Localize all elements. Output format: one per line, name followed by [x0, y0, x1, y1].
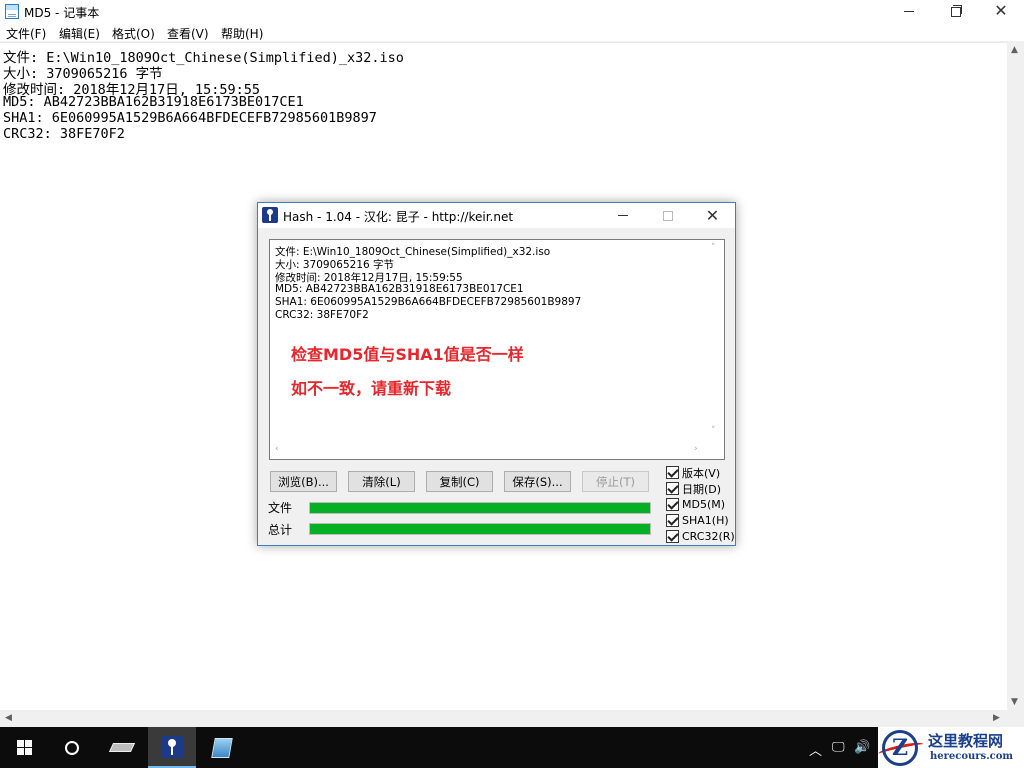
notepad-restore-button[interactable]: [932, 0, 978, 22]
output-vertical-scrollbar[interactable]: ˄ ˅: [707, 240, 724, 442]
close-icon: ✕: [705, 205, 720, 225]
checkbox-version-label: 版本(V): [682, 466, 721, 480]
scroll-left-arrow-icon[interactable]: ‹: [275, 444, 279, 454]
checkmark-icon: [666, 482, 679, 495]
taskbar-drive-app[interactable]: [98, 727, 146, 768]
notepad-horizontal-scrollbar[interactable]: ◀ ▶: [0, 710, 1007, 727]
hash-titlebar: Hash - 1.04 - 汉化: 昆子 - http://keir.net ✕: [258, 203, 735, 228]
network-icon[interactable]: 🖵: [832, 740, 845, 755]
menu-format[interactable]: 格式(O): [112, 25, 155, 42]
checkbox-crc32[interactable]: CRC32(R): [666, 529, 735, 544]
copy-button[interactable]: 复制(C): [426, 471, 493, 492]
scroll-right-arrow-icon[interactable]: ›: [694, 444, 698, 454]
taskbar-notepad-app[interactable]: [198, 727, 246, 768]
menu-file[interactable]: 文件(F): [6, 25, 46, 42]
checkmark-icon: [666, 498, 679, 511]
windows-logo-icon: [16, 740, 32, 755]
output-horizontal-scrollbar[interactable]: ‹ ›: [270, 442, 707, 459]
scroll-right-arrow-icon[interactable]: ▶: [993, 713, 1000, 723]
hash-key-icon: [161, 735, 183, 758]
drive-icon: [108, 743, 136, 752]
save-button[interactable]: 保存(S)...: [504, 471, 571, 492]
checkmark-icon: [666, 466, 679, 479]
tray-chevron-up-icon[interactable]: ︿: [809, 740, 822, 759]
notepad-minimize-button[interactable]: [886, 0, 932, 22]
watermark-site-name: 这里教程网: [928, 732, 1004, 750]
site-watermark: Z 这里教程网 herecours.com: [877, 727, 1024, 768]
volume-icon[interactable]: 🔊: [854, 740, 870, 755]
notepad-line-sha1: SHA1: 6E060995A1529B6A664BFDECEFB7298560…: [3, 110, 377, 126]
maximize-icon: [662, 210, 673, 221]
hash-close-button[interactable]: ✕: [690, 203, 735, 228]
stop-button: 停止(T): [582, 471, 649, 492]
restore-icon: [950, 4, 962, 17]
notepad-line-md5: MD5: AB42723BBA162B31918E6173BE017CE1: [3, 94, 304, 110]
checkbox-sha1-label: SHA1(H): [682, 514, 729, 527]
file-progress-label: 文件: [268, 501, 293, 515]
cortana-circle-icon: [65, 740, 79, 755]
hash-maximize-button: [645, 203, 690, 228]
checkbox-date-label: 日期(D): [682, 482, 722, 496]
output-line-sha1: SHA1: 6E060995A1529B6A664BFDECEFB7298560…: [275, 296, 582, 308]
scroll-up-arrow-icon[interactable]: ˄: [711, 243, 716, 253]
annotation-check-hash: 检查MD5值与SHA1值是否一样: [291, 345, 524, 364]
hash-window-title: Hash - 1.04 - 汉化: 昆子 - http://keir.net: [283, 210, 514, 224]
output-line-md5: MD5: AB42723BBA162B31918E6173BE017CE1: [275, 283, 524, 295]
notepad-icon: [211, 737, 233, 758]
scroll-down-arrow-icon[interactable]: ▼: [1011, 697, 1018, 707]
notepad-icon: [5, 4, 19, 19]
scroll-down-arrow-icon[interactable]: ˅: [711, 426, 716, 436]
checkbox-sha1[interactable]: SHA1(H): [666, 513, 729, 528]
menu-edit[interactable]: 编辑(E): [59, 25, 100, 42]
total-progress-label: 总计: [268, 523, 293, 537]
menu-view[interactable]: 查看(V): [167, 25, 209, 42]
notepad-line-crc32: CRC32: 38FE70F2: [3, 126, 125, 142]
watermark-url: herecours.com: [930, 751, 1014, 762]
menu-help[interactable]: 帮助(H): [221, 25, 263, 42]
checkbox-md5[interactable]: MD5(M): [666, 497, 725, 512]
hash-minimize-button[interactable]: [600, 203, 645, 228]
annotation-redownload: 如不一致，请重新下载: [291, 379, 452, 398]
cortana-button[interactable]: [48, 727, 96, 768]
file-progress-fill: [310, 503, 650, 513]
checkmark-icon: [666, 530, 679, 543]
hash-key-icon: [262, 207, 278, 223]
minimize-icon: [617, 215, 628, 216]
checkmark-icon: [666, 514, 679, 527]
output-line-crc32: CRC32: 38FE70F2: [275, 309, 369, 321]
taskbar: ︿ 🖵 🔊: [0, 727, 1024, 768]
hash-output-box[interactable]: 文件: E:\Win10_1809Oct_Chinese(Simplified)…: [269, 239, 725, 460]
checkbox-md5-label: MD5(M): [682, 498, 726, 511]
browse-button[interactable]: 浏览(B)...: [270, 471, 337, 492]
total-progress-bar: [309, 523, 651, 535]
minimize-icon: [904, 10, 914, 12]
hash-dialog: Hash - 1.04 - 汉化: 昆子 - http://keir.net ✕…: [257, 202, 736, 546]
start-button[interactable]: [0, 727, 48, 768]
checkbox-crc32-label: CRC32(R): [682, 530, 735, 543]
file-progress-bar: [309, 502, 651, 514]
scroll-up-arrow-icon[interactable]: ▲: [1011, 45, 1018, 55]
watermark-logo-icon: Z: [882, 730, 918, 766]
taskbar-hash-app[interactable]: [148, 727, 196, 768]
notepad-menubar: 文件(F) 编辑(E) 格式(O) 查看(V) 帮助(H): [0, 22, 1024, 42]
notepad-close-button[interactable]: ✕: [978, 0, 1024, 22]
close-icon: ✕: [994, 1, 1008, 20]
notepad-vertical-scrollbar[interactable]: ▲ ▼: [1007, 42, 1024, 710]
notepad-titlebar: MD5 - 记事本 ✕: [0, 0, 1024, 22]
clear-button[interactable]: 清除(L): [348, 471, 415, 492]
checkbox-date[interactable]: 日期(D): [666, 481, 721, 496]
scrollbar-corner: [1007, 710, 1024, 727]
checkbox-version[interactable]: 版本(V): [666, 465, 720, 480]
total-progress-fill: [310, 524, 650, 534]
notepad-window-title: MD5 - 记事本: [24, 6, 100, 20]
scroll-left-arrow-icon[interactable]: ◀: [5, 713, 12, 723]
